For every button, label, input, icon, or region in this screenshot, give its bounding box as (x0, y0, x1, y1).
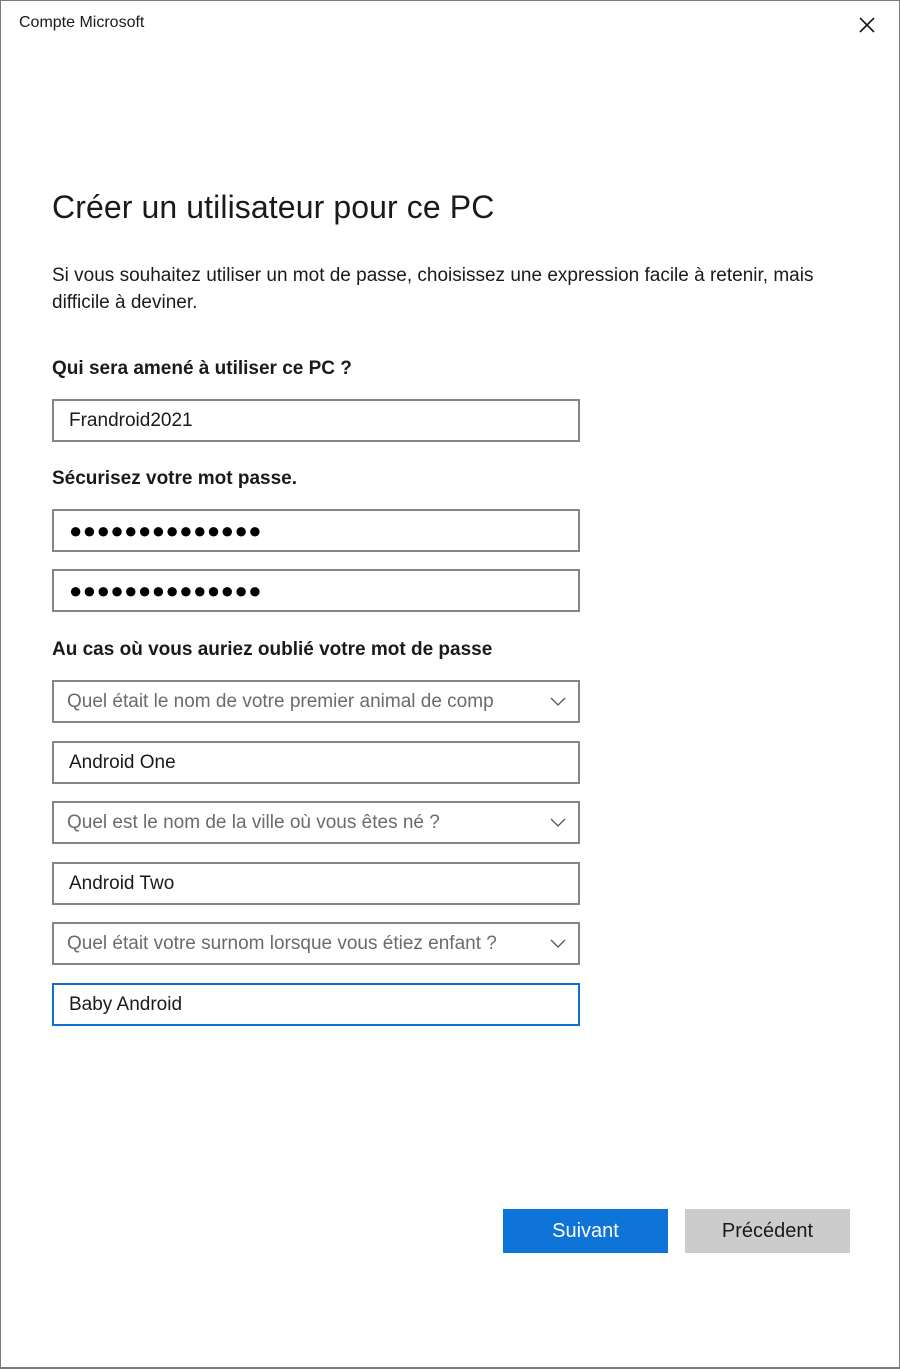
close-icon (859, 17, 875, 33)
security-question-1-select[interactable]: Quel était le nom de votre premier anima… (52, 680, 580, 723)
security-answer-2-field[interactable]: Android Two (52, 862, 580, 905)
security-answer-1-field[interactable]: Android One (52, 741, 580, 784)
security-question-3-text: Quel était votre surnom lorsque vous éti… (67, 932, 497, 954)
window-title: Compte Microsoft (19, 14, 145, 31)
page-description: Si vous souhaitez utiliser un mot de pas… (52, 265, 814, 313)
chevron-down-icon (538, 682, 578, 721)
password-field[interactable]: ●●●●●●●●●●●●●● (52, 509, 580, 552)
security-label: Au cas où vous auriez oublié votre mot d… (52, 639, 493, 660)
confirm-password-field[interactable]: ●●●●●●●●●●●●●● (52, 569, 580, 612)
page-title: Créer un utilisateur pour ce PC (52, 189, 495, 225)
security-question-1-text: Quel était le nom de votre premier anima… (67, 690, 494, 712)
security-question-3-select[interactable]: Quel était votre surnom lorsque vous éti… (52, 922, 580, 965)
close-button[interactable] (853, 11, 881, 39)
chevron-down-icon (538, 924, 578, 963)
password-label: Sécurisez votre mot passe. (52, 468, 297, 489)
security-question-2-text: Quel est le nom de la ville où vous êtes… (67, 811, 440, 833)
back-button[interactable]: Précédent (685, 1209, 850, 1253)
chevron-down-icon (538, 803, 578, 842)
dialog-window: Compte Microsoft Créer un utilisateur po… (0, 0, 900, 1369)
security-answer-3-field[interactable]: Baby Android (52, 983, 580, 1026)
next-button[interactable]: Suivant (503, 1209, 668, 1253)
security-question-2-select[interactable]: Quel est le nom de la ville où vous êtes… (52, 801, 580, 844)
username-field[interactable]: Frandroid2021 (52, 399, 580, 442)
user-label: Qui sera amené à utiliser ce PC ? (52, 358, 352, 379)
